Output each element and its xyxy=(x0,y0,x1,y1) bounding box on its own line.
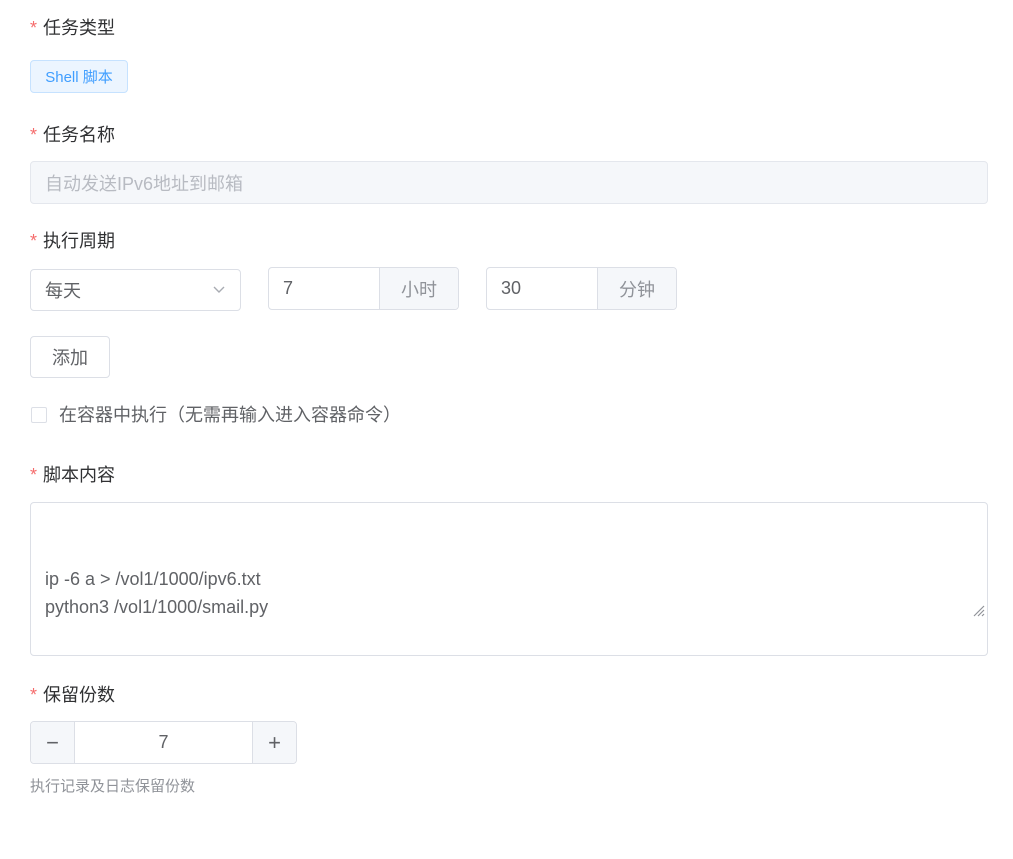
retention-stepper: − 7 + xyxy=(30,721,297,764)
container-checkbox-label[interactable]: 在容器中执行（无需再输入进入容器命令） xyxy=(59,403,401,427)
task-name-input[interactable]: 自动发送IPv6地址到邮箱 xyxy=(30,161,988,204)
required-mark: * xyxy=(30,125,38,145)
task-type-tag: Shell 脚本 xyxy=(30,60,128,93)
period-select-value: 每天 xyxy=(45,281,81,301)
decrement-button[interactable]: − xyxy=(31,722,75,763)
task-type-label: * 任务类型 xyxy=(30,18,116,38)
hour-input[interactable]: 7 xyxy=(269,268,379,309)
minute-unit: 分钟 xyxy=(597,268,676,309)
task-name-label: * 任务名称 xyxy=(30,125,116,145)
container-checkbox[interactable] xyxy=(31,407,47,423)
required-mark: * xyxy=(30,465,38,485)
minute-input[interactable]: 30 xyxy=(487,268,597,309)
hour-unit: 小时 xyxy=(379,268,458,309)
retention-hint: 执行记录及日志保留份数 xyxy=(30,778,196,795)
minus-icon: − xyxy=(46,729,59,755)
schedule-label: * 执行周期 xyxy=(30,231,116,251)
retention-label: * 保留份数 xyxy=(30,685,116,705)
retention-input[interactable]: 7 xyxy=(75,722,252,763)
script-label: * 脚本内容 xyxy=(30,465,116,485)
task-type-tag-text: Shell 脚本 xyxy=(45,69,113,86)
hour-input-group: 7 小时 xyxy=(268,267,459,310)
task-name-value: 自动发送IPv6地址到邮箱 xyxy=(45,173,244,194)
increment-button[interactable]: + xyxy=(252,722,296,763)
period-select[interactable]: 每天 xyxy=(30,269,241,311)
required-mark: * xyxy=(30,685,38,705)
required-mark: * xyxy=(30,231,38,251)
add-button[interactable]: 添加 xyxy=(30,336,110,378)
plus-icon: + xyxy=(268,729,281,755)
script-textarea[interactable]: ip -6 a > /vol1/1000/ipv6.txt python3 /v… xyxy=(30,502,988,656)
resize-handle-icon[interactable] xyxy=(951,569,985,653)
minute-input-group: 30 分钟 xyxy=(486,267,677,310)
script-content: ip -6 a > /vol1/1000/ipv6.txt python3 /v… xyxy=(45,569,269,617)
chevron-down-icon xyxy=(212,280,226,301)
required-mark: * xyxy=(30,18,38,38)
